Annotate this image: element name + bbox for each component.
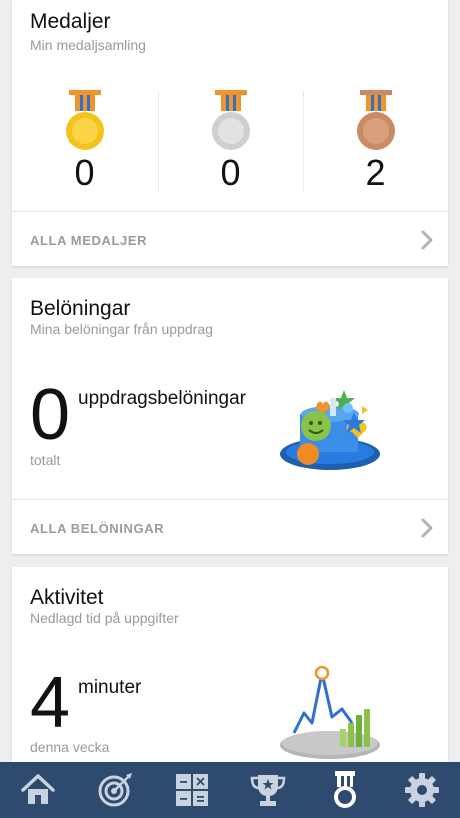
activity-unit: minuter [78, 677, 142, 698]
chevron-right-icon [421, 230, 433, 250]
medals-card: Medaljer Min medaljsamling 0 0 2 ALLA ME… [12, 0, 448, 266]
all-medals-link[interactable]: ALLA MEDALJER [12, 211, 448, 266]
gold-medal-count: 0 [74, 152, 95, 193]
rewards-title: Belöningar [30, 297, 131, 320]
silver-medal-icon [211, 90, 250, 150]
bronze-medal-item: 2 [303, 90, 448, 193]
rewards-subtitle: Mina belöningar från uppdrag [30, 321, 213, 337]
medals-title: Medaljer [30, 10, 111, 33]
content-scroll[interactable]: Medaljer Min medaljsamling 0 0 2 ALLA ME… [0, 0, 460, 762]
silver-medal-count: 0 [220, 152, 241, 193]
chevron-right-icon [421, 518, 433, 538]
activity-title: Aktivitet [30, 586, 104, 609]
rewards-unit: uppdragsbelöningar [78, 388, 246, 409]
target-icon [98, 773, 132, 807]
rewards-note: totalt [30, 452, 61, 468]
gear-icon [404, 773, 439, 807]
all-rewards-label: ALLA BELÖNINGAR [30, 521, 165, 536]
bottom-tab-bar [0, 762, 460, 818]
tab-missions[interactable] [77, 762, 154, 818]
rewards-count: 0 [30, 375, 71, 455]
trophy-icon [251, 775, 286, 806]
all-rewards-link[interactable]: ALLA BELÖNINGAR [12, 499, 448, 554]
tab-home[interactable] [0, 762, 77, 818]
activity-card: Aktivitet Nedlagd tid på uppgifter 4 min… [12, 567, 448, 762]
all-medals-label: ALLA MEDALJER [30, 233, 148, 248]
gold-medal-item: 0 [12, 90, 157, 193]
rewards-illustration-icon [280, 390, 380, 470]
activity-subtitle: Nedlagd tid på uppgifter [30, 610, 179, 626]
tab-calculator[interactable] [153, 762, 230, 818]
mountain-chart-illustration-icon [280, 665, 380, 759]
silver-medal-item: 0 [158, 90, 303, 193]
medals-subtitle: Min medaljsamling [30, 37, 146, 53]
activity-note: denna vecka [30, 739, 110, 755]
tab-medals[interactable] [307, 762, 384, 818]
activity-count: 4 [30, 663, 71, 743]
home-icon [21, 774, 56, 804]
bronze-medal-icon [356, 90, 395, 150]
tab-settings[interactable] [383, 762, 460, 818]
tab-trophies[interactable] [230, 762, 307, 818]
gold-medal-icon [65, 90, 104, 150]
bronze-medal-count: 2 [365, 152, 386, 193]
calculator-icon [175, 774, 208, 806]
rewards-card: Belöningar Mina belöningar från uppdrag … [12, 278, 448, 554]
medal-icon [334, 771, 357, 808]
